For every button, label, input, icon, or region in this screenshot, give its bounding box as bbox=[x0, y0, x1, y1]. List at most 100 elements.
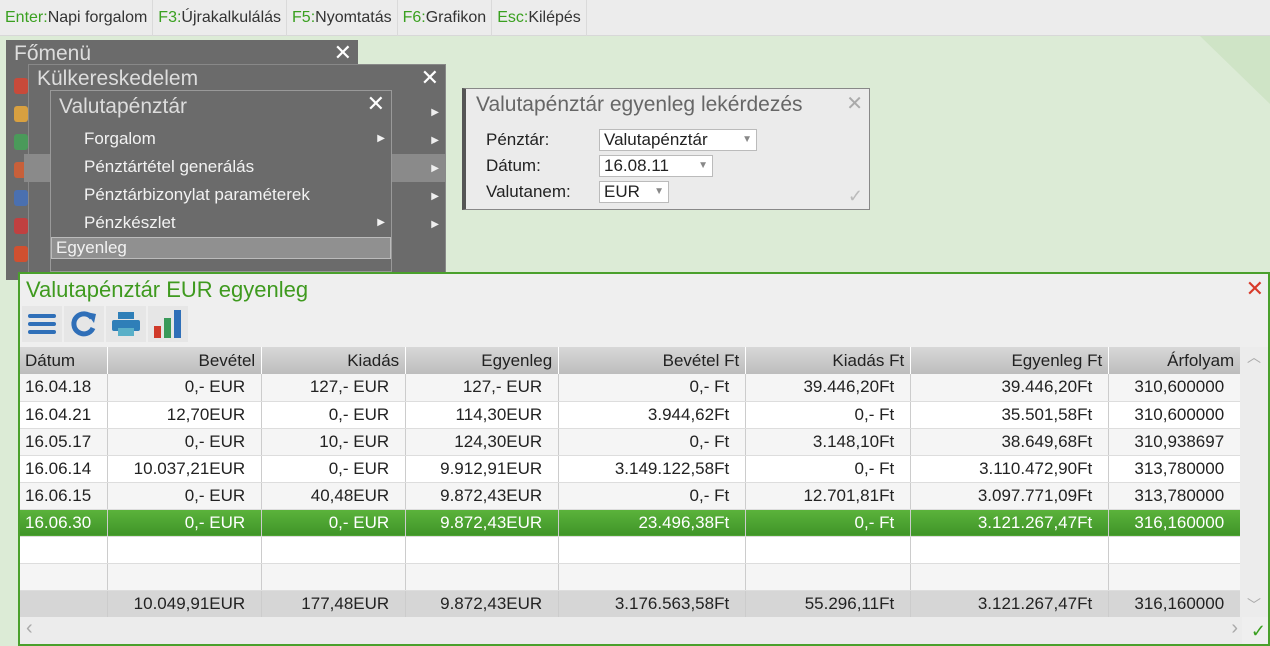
refresh-icon bbox=[71, 311, 96, 337]
chevron-down-icon: ▼ bbox=[742, 134, 752, 145]
table-cell: 16.05.17 bbox=[20, 428, 109, 456]
table-cell: 3.944,62Ft bbox=[558, 401, 747, 429]
dialog-title: Valutapénztár egyenleg lekérdezés bbox=[476, 93, 803, 116]
table-cell: 124,30EUR bbox=[405, 428, 560, 456]
total-cell: 3.121.267,47Ft bbox=[910, 590, 1110, 618]
background-decoration bbox=[1200, 36, 1270, 104]
column-header[interactable]: Bevétel bbox=[107, 347, 263, 374]
menu-item-penzkeszlet[interactable]: Pénzkészlet ▶ bbox=[51, 209, 391, 237]
hotkey-3[interactable]: F6:Grafikon bbox=[398, 0, 493, 36]
panel-title: Valutapénztár EUR egyenleg bbox=[26, 277, 309, 302]
table-row[interactable]: 16.06.14 10.037,21EUR 0,- EUR 9.912,91EUR 3.… bbox=[20, 455, 1242, 483]
table-cell: 16.04.18 bbox=[20, 374, 109, 402]
table-cell: 310,600000 bbox=[1108, 374, 1242, 402]
column-header[interactable]: Árfolyam bbox=[1108, 347, 1242, 374]
table-cell: 0,- Ft bbox=[745, 509, 912, 537]
menu-item-penztarbizonylat-parameterek[interactable]: Pénztárbizonylat paraméterek bbox=[51, 181, 391, 209]
totals-row: 10.049,91EUR 177,48EUR 9.872,43EUR 3.176.56… bbox=[20, 590, 1242, 618]
menu-item-penztartetel-generalas[interactable]: Pénztártétel generálás bbox=[51, 153, 391, 181]
column-header[interactable]: Kiadás bbox=[261, 347, 407, 374]
hamburger-icon bbox=[28, 314, 56, 334]
close-icon[interactable]: ✕ bbox=[421, 65, 439, 91]
table-cell: 0,- EUR bbox=[107, 509, 263, 537]
vertical-scrollbar[interactable]: ︿ ﹀ bbox=[1240, 347, 1268, 617]
table-cell: 12,70EUR bbox=[107, 401, 263, 429]
bar-chart-icon bbox=[154, 310, 181, 338]
total-cell bbox=[20, 590, 109, 618]
hotkey-2[interactable]: F5:Nyomtatás bbox=[287, 0, 398, 36]
table-cell: 0,- EUR bbox=[107, 374, 263, 402]
table-cell: 0,- Ft bbox=[558, 482, 747, 510]
table-row[interactable]: 16.05.17 0,- EUR 10,- EUR 124,30EUR 0,- Ft 3.… bbox=[20, 428, 1242, 456]
table-row[interactable]: 16.04.18 0,- EUR 127,- EUR 127,- EUR 0,- Ft 3… bbox=[20, 374, 1242, 402]
close-icon[interactable]: ✕ bbox=[846, 91, 863, 116]
column-header[interactable]: Egyenleg Ft bbox=[910, 347, 1110, 374]
table-cell: 0,- Ft bbox=[745, 455, 912, 483]
empty-row bbox=[20, 536, 1242, 564]
check-icon[interactable]: ✓ bbox=[1251, 621, 1266, 642]
table-cell: 0,- Ft bbox=[745, 401, 912, 429]
table-cell: 3.097.771,09Ft bbox=[910, 482, 1110, 510]
total-cell: 316,160000 bbox=[1108, 590, 1242, 618]
table-cell: 0,- EUR bbox=[107, 482, 263, 510]
table-row[interactable]: 16.06.30 0,- EUR 0,- EUR 9.872,43EUR 23.496,… bbox=[20, 509, 1242, 537]
table-cell: 9.872,43EUR bbox=[405, 482, 560, 510]
hotkey-1[interactable]: F3:Újrakalkulálás bbox=[153, 0, 288, 36]
table-cell: 16.06.30 bbox=[20, 509, 109, 537]
close-icon[interactable]: ✕ bbox=[1246, 276, 1264, 302]
submenu-valutapenztar: Valutapénztár ✕ Forgalom ▶ Pénztártétel g… bbox=[50, 90, 392, 272]
balance-query-dialog: Valutapénztár egyenleg lekérdezés ✕ Pénz… bbox=[462, 88, 870, 210]
menu-item-forgalom[interactable]: Forgalom ▶ bbox=[51, 125, 391, 153]
table-cell: 114,30EUR bbox=[405, 401, 560, 429]
menu-item-egyenleg[interactable]: Egyenleg bbox=[51, 237, 391, 259]
table-cell: 3.121.267,47Ft bbox=[910, 509, 1110, 537]
table-cell: 9.912,91EUR bbox=[405, 455, 560, 483]
total-cell: 9.872,43EUR bbox=[405, 590, 560, 618]
chevron-down-icon: ﹀ bbox=[1247, 597, 1261, 613]
table-cell: 39.446,20Ft bbox=[745, 374, 912, 402]
table-cell: 10,- EUR bbox=[261, 428, 407, 456]
table-cell: 310,600000 bbox=[1108, 401, 1242, 429]
table-cell: 16.04.21 bbox=[20, 401, 109, 429]
table-cell: 39.446,20Ft bbox=[910, 374, 1110, 402]
submenu-title: Külkereskedelem bbox=[37, 67, 199, 90]
table-cell: 0,- EUR bbox=[261, 455, 407, 483]
table-cell: 0,- EUR bbox=[107, 428, 263, 456]
total-cell: 177,48EUR bbox=[261, 590, 407, 618]
chevron-right-icon: › bbox=[1231, 617, 1238, 639]
table-cell: 3.148,10Ft bbox=[745, 428, 912, 456]
print-button[interactable] bbox=[106, 306, 146, 342]
hotkey-bar: Enter:Napi forgalom F3:Újrakalkulálás F5:N… bbox=[0, 0, 1270, 36]
horizontal-scrollbar[interactable]: ‹ › bbox=[20, 617, 1242, 644]
table-cell: 3.149.122,58Ft bbox=[558, 455, 747, 483]
column-header[interactable]: Dátum bbox=[20, 347, 109, 374]
menu-button[interactable] bbox=[22, 306, 62, 342]
table-cell: 0,- EUR bbox=[261, 509, 407, 537]
table-cell: 313,780000 bbox=[1108, 482, 1242, 510]
penztar-select[interactable]: Valutapénztár ▼ bbox=[599, 129, 757, 151]
column-header[interactable]: Bevétel Ft bbox=[558, 347, 747, 374]
refresh-button[interactable] bbox=[64, 306, 104, 342]
total-cell: 3.176.563,58Ft bbox=[558, 590, 747, 618]
balance-panel: Valutapénztár EUR egyenleg ✕ Dátum Bevéte… bbox=[18, 272, 1270, 646]
table-cell: 316,160000 bbox=[1108, 509, 1242, 537]
table-cell: 10.037,21EUR bbox=[107, 455, 263, 483]
check-icon[interactable]: ✓ bbox=[848, 186, 863, 207]
valutanem-select[interactable]: EUR ▼ bbox=[599, 181, 669, 203]
close-icon[interactable]: ✕ bbox=[334, 40, 352, 66]
table-cell: 16.06.15 bbox=[20, 482, 109, 510]
table-cell: 40,48EUR bbox=[261, 482, 407, 510]
table-cell: 127,- EUR bbox=[261, 374, 407, 402]
chevron-down-icon: ▼ bbox=[698, 160, 708, 171]
chart-button[interactable] bbox=[148, 306, 188, 342]
hotkey-0[interactable]: Enter:Napi forgalom bbox=[0, 0, 154, 36]
table-cell: 313,780000 bbox=[1108, 455, 1242, 483]
table-cell: 0,- EUR bbox=[261, 401, 407, 429]
table-row[interactable]: 16.04.21 12,70EUR 0,- EUR 114,30EUR 3.944,62… bbox=[20, 401, 1242, 429]
column-header[interactable]: Kiadás Ft bbox=[745, 347, 912, 374]
datum-select[interactable]: 16.08.11 ▼ bbox=[599, 155, 713, 177]
hotkey-4[interactable]: Esc:Kilépés bbox=[492, 0, 587, 36]
close-icon[interactable]: ✕ bbox=[367, 91, 385, 117]
table-row[interactable]: 16.06.15 0,- EUR 40,48EUR 9.872,43EUR 0,- Ft… bbox=[20, 482, 1242, 510]
column-header[interactable]: Egyenleg bbox=[405, 347, 560, 374]
